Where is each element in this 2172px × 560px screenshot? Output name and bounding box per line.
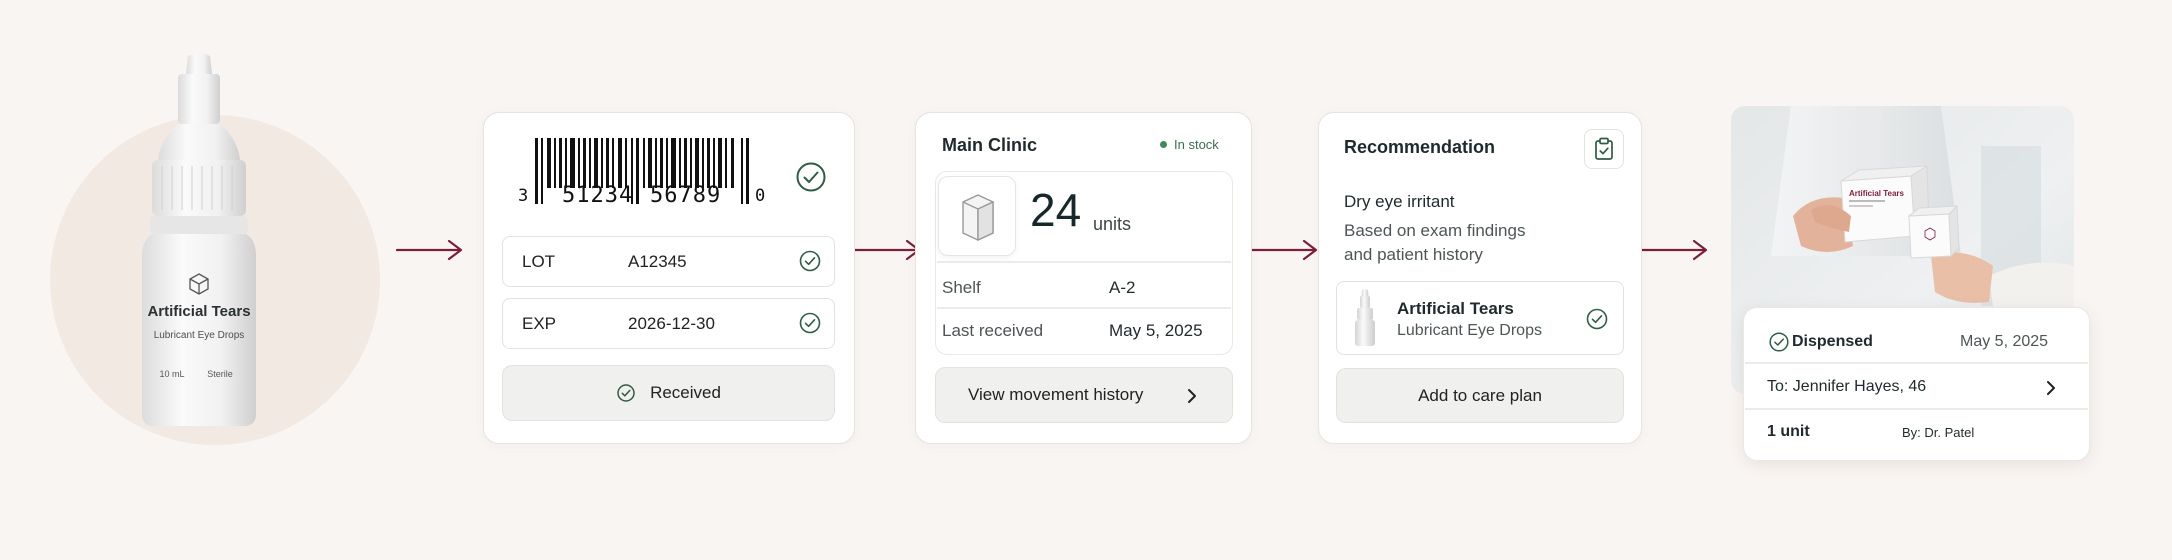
dispensed-patient: To: Jennifer Hayes, 46 <box>1767 378 1927 395</box>
photo-box-label: Artificial Tears <box>1849 189 1905 198</box>
recommended-product-subtitle: Lubricant Eye Drops <box>1397 322 1542 339</box>
flow-arrow-icon <box>853 239 921 261</box>
clipboard-button[interactable] <box>1584 129 1624 169</box>
divider <box>937 307 1231 309</box>
recommended-product-name: Artificial Tears <box>1397 299 1514 318</box>
flow-arrow-icon <box>395 239 463 261</box>
received-check-icon <box>617 384 635 402</box>
stock-unit: units <box>1093 214 1132 234</box>
barcode-digit-last: 0 <box>755 186 766 206</box>
divider <box>1745 408 2088 410</box>
barcode-digit-first: 3 <box>518 186 529 206</box>
shelf-label: Shelf <box>942 278 981 297</box>
view-movement-history-button[interactable]: View movement history <box>935 367 1233 423</box>
history-button-label: View movement history <box>968 385 1144 404</box>
stock-status-label: In stock <box>1174 137 1219 152</box>
lot-value: A12345 <box>628 252 687 271</box>
received-button[interactable]: Received <box>502 365 835 421</box>
clipboard-check-icon <box>1595 137 1613 160</box>
stock-quantity: 24 <box>1030 184 1082 236</box>
bottle-product-name: Artificial Tears <box>147 303 251 320</box>
recommendation-basis: Based on exam findings and patient histo… <box>1344 221 1526 264</box>
location-title: Main Clinic <box>942 135 1038 155</box>
divider <box>1745 362 2088 364</box>
lot-label: LOT <box>522 252 556 271</box>
exp-value: 2026-12-30 <box>628 314 715 333</box>
patient-chevron-right-icon[interactable] <box>2045 378 2057 398</box>
recommendation-title: Recommendation <box>1344 137 1496 157</box>
package-tile <box>938 176 1016 256</box>
exp-check-icon <box>799 312 821 334</box>
dispensed-date: May 5, 2025 <box>1960 333 2049 350</box>
bottle-volume: 10 mL <box>159 369 185 379</box>
divider <box>937 261 1231 263</box>
dispensed-quantity: 1 unit <box>1767 423 1810 440</box>
lot-field: LOT A12345 <box>502 236 835 287</box>
scan-verified-check-icon <box>796 162 826 192</box>
add-to-care-plan-button[interactable]: Add to care plan <box>1336 368 1624 423</box>
diagnosis-text: Dry eye irritant <box>1344 192 1455 211</box>
flow-arrow-icon <box>1640 239 1708 261</box>
status-dot-icon <box>1160 141 1167 148</box>
dispensed-by: By: Dr. Patel <box>1902 425 1975 440</box>
exp-label: EXP <box>522 314 557 333</box>
bottle-sterility: Sterile <box>207 369 233 379</box>
exp-field: EXP 2026-12-30 <box>502 298 835 349</box>
last-received-label: Last received <box>942 321 1044 340</box>
last-received-value: May 5, 2025 <box>1109 321 1203 340</box>
barcode-digits-group1: 51234 <box>562 183 634 208</box>
package-icon <box>962 194 994 242</box>
flow-arrow-icon <box>1250 239 1318 261</box>
chevron-right-icon <box>1188 389 1196 403</box>
dispensed-status: Dispensed <box>1792 333 1873 350</box>
product-check-icon <box>1586 308 1608 330</box>
bottle-product-subtitle: Lubricant Eye Drops <box>153 330 245 341</box>
lot-check-icon <box>799 250 821 272</box>
dispensed-check-icon <box>1769 332 1789 352</box>
stock-status-badge: In stock <box>1160 137 1219 152</box>
care-plan-button-label: Add to care plan <box>1418 385 1542 405</box>
barcode-digits-group2: 56789 <box>650 183 722 208</box>
received-button-label: Received <box>650 383 721 402</box>
eye-drop-bottle-icon <box>1355 289 1375 346</box>
recommended-product-row[interactable]: Artificial Tears Lubricant Eye Drops <box>1336 281 1624 355</box>
shelf-value: A-2 <box>1109 278 1136 297</box>
